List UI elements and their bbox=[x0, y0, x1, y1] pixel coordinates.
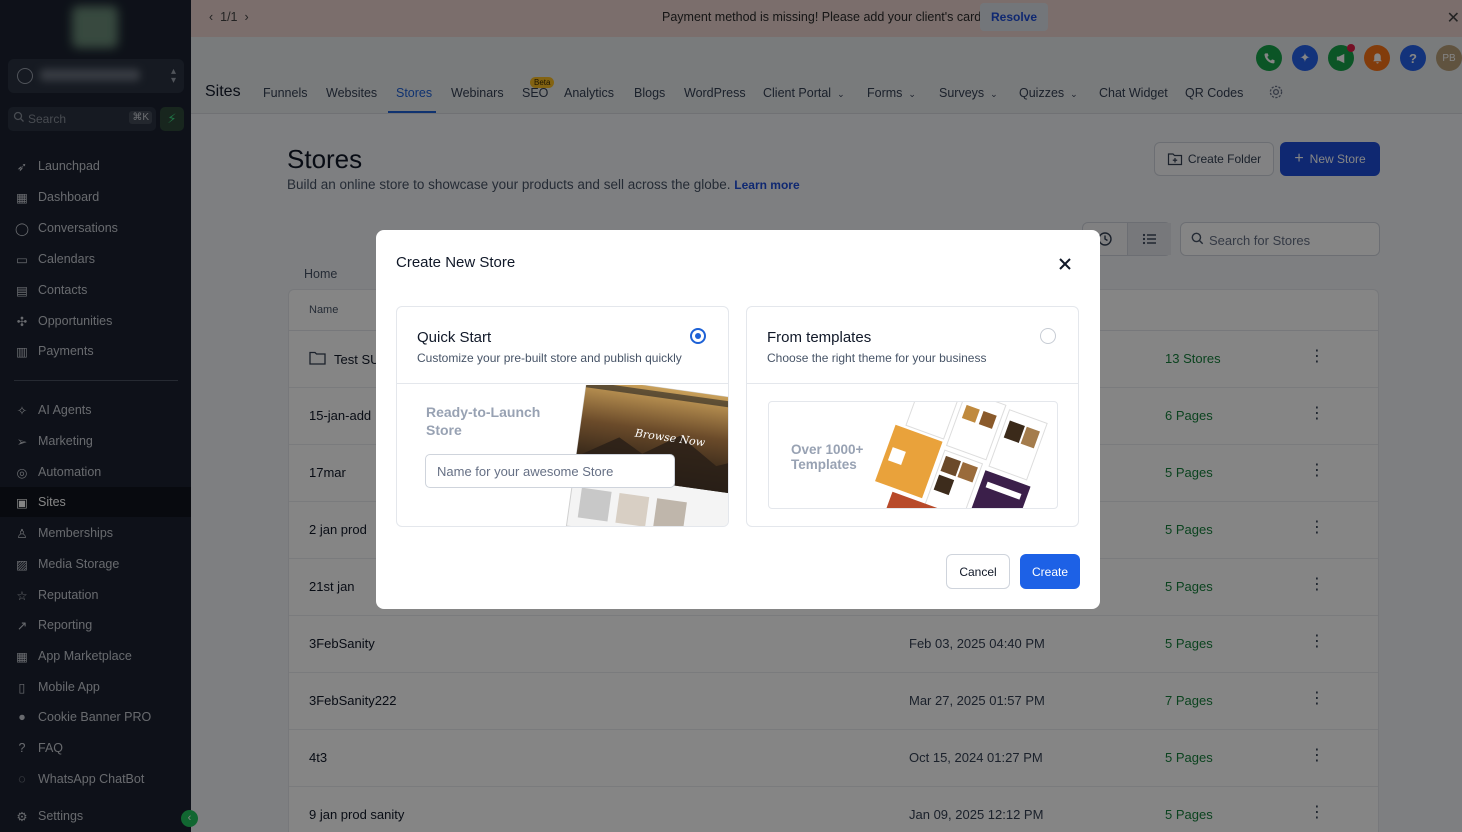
from-templates-card[interactable]: From templates Choose the right theme fo… bbox=[746, 306, 1079, 527]
templates-description: Choose the right theme for your business bbox=[767, 351, 987, 365]
modal-title: Create New Store bbox=[396, 254, 516, 271]
quick-start-card[interactable]: Quick Start Customize your pre-built sto… bbox=[396, 306, 729, 527]
quick-start-description: Customize your pre-built store and publi… bbox=[417, 351, 682, 365]
templates-radio[interactable] bbox=[1040, 328, 1056, 344]
templates-preview: Over 1000+ Templates bbox=[768, 401, 1058, 509]
close-icon[interactable] bbox=[1056, 255, 1074, 273]
templates-collage-illustration bbox=[875, 402, 1048, 508]
store-name-input[interactable]: Name for your awesome Store bbox=[425, 454, 675, 488]
templates-count-text: Over 1000+ Templates bbox=[791, 442, 864, 472]
create-store-modal: Create New Store Quick Start Customize y… bbox=[376, 230, 1100, 609]
cancel-button[interactable]: Cancel bbox=[946, 554, 1010, 589]
quick-start-radio[interactable] bbox=[690, 328, 706, 344]
create-button[interactable]: Create bbox=[1020, 554, 1080, 589]
templates-title: From templates bbox=[767, 329, 872, 346]
quick-start-header: Quick Start Customize your pre-built sto… bbox=[397, 307, 728, 384]
quick-start-title: Quick Start bbox=[417, 329, 492, 346]
templates-header: From templates Choose the right theme fo… bbox=[747, 307, 1078, 384]
ready-to-launch-text: Ready-to-Launch Store bbox=[426, 404, 541, 438]
